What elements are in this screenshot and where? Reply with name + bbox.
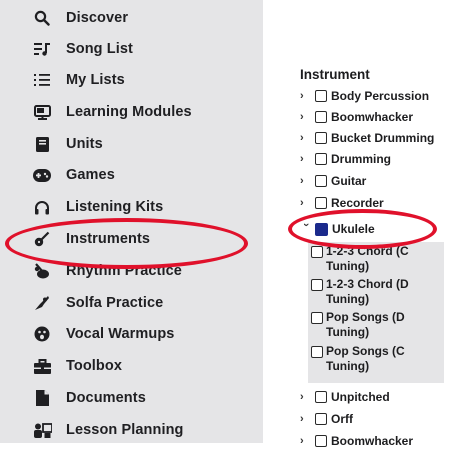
filter-item-ukulele[interactable]: › Ukulele: [300, 220, 375, 238]
filter-subitem-label: 1-2-3 Chord (C Tuning): [326, 244, 409, 273]
lesson-planning-icon: [32, 420, 52, 440]
numbered-list-icon: [32, 70, 52, 90]
sidebar-item-label: Listening Kits: [66, 199, 164, 215]
sidebar-item-label: Toolbox: [66, 358, 123, 374]
sidebar-item-units[interactable]: Units: [32, 132, 260, 156]
search-icon: [32, 8, 52, 28]
chevron-right-icon[interactable]: ›: [300, 175, 312, 187]
filter-item-label: Unpitched: [331, 390, 390, 404]
document-icon: [32, 388, 52, 408]
sidebar-item-label: Song List: [66, 41, 133, 57]
vocal-icon: [32, 324, 52, 344]
filter-item-unpitched[interactable]: › Unpitched: [300, 388, 390, 406]
sidebar-nav: Discover Song List My Lists Learning Mod…: [0, 0, 263, 443]
chevron-right-icon[interactable]: ›: [300, 435, 312, 447]
filter-item-recorder[interactable]: › Recorder: [300, 194, 384, 212]
checkbox[interactable]: [315, 111, 327, 123]
filter-subitem-pop-songs-d[interactable]: Pop Songs (D Tuning): [311, 310, 440, 340]
sidebar-item-discover[interactable]: Discover: [32, 6, 260, 30]
instrument-filter-panel: Instrument › Body Percussion › Boomwhack…: [286, 0, 451, 448]
filter-subitem-123-chord-c[interactable]: 1-2-3 Chord (C Tuning): [311, 244, 440, 274]
checkbox[interactable]: [311, 312, 323, 324]
chevron-right-icon[interactable]: ›: [300, 391, 312, 403]
checkbox[interactable]: [315, 197, 327, 209]
checkbox[interactable]: [315, 132, 327, 144]
sidebar-item-toolbox[interactable]: Toolbox: [32, 354, 260, 378]
sidebar-item-label: Games: [66, 167, 115, 183]
headphones-icon: [32, 197, 52, 217]
chevron-right-icon[interactable]: ›: [300, 90, 312, 102]
filter-subitem-pop-songs-c[interactable]: Pop Songs (C Tuning): [311, 344, 440, 374]
filter-title: Instrument: [300, 67, 370, 82]
sidebar-item-vocal-warmups[interactable]: Vocal Warmups: [32, 322, 260, 346]
sidebar-item-learning-modules[interactable]: Learning Modules: [32, 100, 260, 124]
checkbox-checked[interactable]: [315, 222, 328, 236]
chevron-right-icon[interactable]: ›: [300, 111, 312, 123]
checkbox[interactable]: [311, 346, 323, 358]
guitar-icon: [32, 229, 52, 249]
chevron-right-icon[interactable]: ›: [300, 153, 312, 165]
sidebar-item-label: Units: [66, 136, 103, 152]
filter-item-drumming[interactable]: › Drumming: [300, 150, 391, 168]
checkbox[interactable]: [315, 413, 327, 425]
filter-item-label: Body Percussion: [331, 89, 430, 103]
sidebar-item-song-list[interactable]: Song List: [32, 37, 260, 61]
filter-item-guitar[interactable]: › Guitar: [300, 172, 366, 190]
chevron-right-icon[interactable]: ›: [300, 132, 312, 144]
filter-item-boomwhacker[interactable]: › Boomwhacker: [300, 108, 413, 126]
sidebar-item-label: Documents: [66, 390, 146, 406]
ukulele-subfilter-box: 1-2-3 Chord (C Tuning) 1-2-3 Chord (D Tu…: [308, 242, 444, 383]
sidebar-item-my-lists[interactable]: My Lists: [32, 68, 260, 92]
sidebar-item-instruments[interactable]: Instruments: [32, 227, 260, 251]
sidebar-item-label: Vocal Warmups: [66, 326, 175, 342]
sidebar-item-label: Solfa Practice: [66, 295, 164, 311]
filter-item-boomwhacker-2[interactable]: › Boomwhacker: [300, 432, 413, 450]
checkbox[interactable]: [315, 90, 327, 102]
sidebar-item-listening-kits[interactable]: Listening Kits: [32, 195, 260, 219]
book-icon: [32, 134, 52, 154]
sidebar-item-label: Lesson Planning: [66, 422, 184, 438]
sidebar-item-label: Instruments: [66, 231, 151, 247]
sidebar-item-label: Discover: [66, 10, 129, 26]
sidebar-item-rhythm-practice[interactable]: Rhythm Practice: [32, 259, 260, 283]
chevron-right-icon[interactable]: ›: [300, 413, 312, 425]
music-list-icon: [32, 39, 52, 59]
filter-subitem-123-chord-d[interactable]: 1-2-3 Chord (D Tuning): [311, 277, 440, 307]
toolbox-icon: [32, 356, 52, 376]
slideshow-icon: [32, 102, 52, 122]
filter-item-label: Boomwhacker: [331, 110, 414, 124]
checkbox[interactable]: [315, 391, 327, 403]
sidebar-item-label: My Lists: [66, 72, 125, 88]
filter-item-bucket-drumming[interactable]: › Bucket Drumming: [300, 129, 434, 147]
sidebar-item-games[interactable]: Games: [32, 163, 260, 187]
checkbox[interactable]: [311, 246, 323, 258]
filter-item-label: Boomwhacker: [331, 434, 414, 448]
filter-subitem-label: 1-2-3 Chord (D Tuning): [326, 277, 409, 306]
drum-icon: [32, 261, 52, 281]
sidebar-item-label: Rhythm Practice: [66, 263, 182, 279]
filter-item-body-percussion[interactable]: › Body Percussion: [300, 87, 429, 105]
chevron-down-icon[interactable]: ›: [300, 223, 312, 235]
chevron-right-icon[interactable]: ›: [300, 197, 312, 209]
checkbox[interactable]: [315, 175, 327, 187]
gamepad-icon: [32, 165, 52, 185]
filter-subitem-label: Pop Songs (D Tuning): [326, 310, 405, 339]
filter-subitem-label: Pop Songs (C Tuning): [326, 344, 405, 373]
filter-item-label: Bucket Drumming: [331, 131, 435, 145]
checkbox[interactable]: [311, 279, 323, 291]
hand-sign-icon: [32, 293, 52, 313]
filter-item-label: Drumming: [331, 152, 391, 166]
filter-item-label: Orff: [331, 412, 353, 426]
checkbox[interactable]: [315, 153, 327, 165]
sidebar-item-solfa-practice[interactable]: Solfa Practice: [32, 291, 260, 315]
filter-item-label: Guitar: [331, 174, 367, 188]
filter-item-orff[interactable]: › Orff: [300, 410, 353, 428]
filter-item-label: Recorder: [331, 196, 384, 210]
filter-item-label: Ukulele: [332, 222, 375, 236]
sidebar-item-lesson-planning[interactable]: Lesson Planning: [32, 418, 260, 442]
sidebar-item-label: Learning Modules: [66, 104, 192, 120]
checkbox[interactable]: [315, 435, 327, 447]
sidebar-item-documents[interactable]: Documents: [32, 386, 260, 410]
